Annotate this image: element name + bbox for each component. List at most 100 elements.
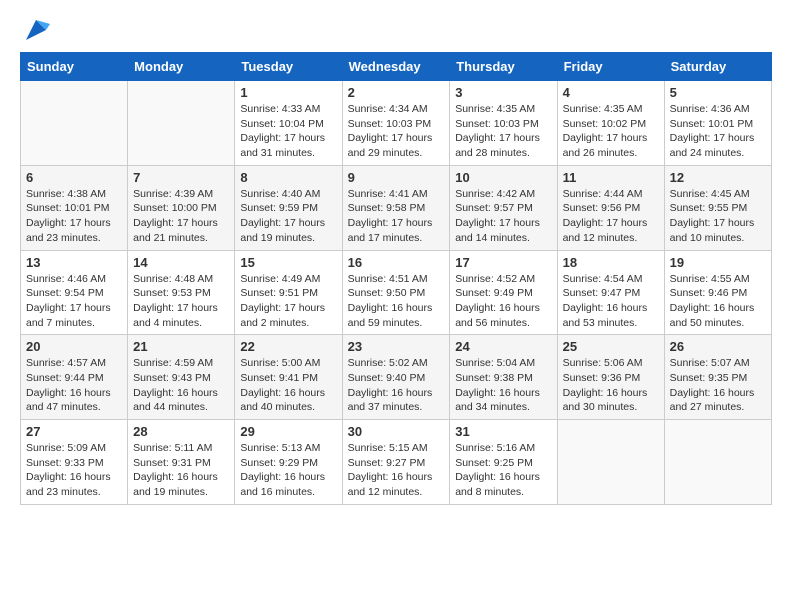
calendar-cell: 17 Sunrise: 4:52 AM Sunset: 9:49 PM Dayli… xyxy=(450,250,557,335)
calendar-week-row: 27Sunrise: 5:09 AM Sunset: 9:33 PM Dayli… xyxy=(21,420,772,505)
day-info: Sunrise: 4:49 AM Sunset: 9:51 PM Dayligh… xyxy=(240,272,336,331)
day-number: 29 xyxy=(240,424,336,439)
calendar-weekday-wednesday: Wednesday xyxy=(342,53,450,81)
day-info: Sunrise: 4:34 AM Sunset: 10:03 PM Daylig… xyxy=(348,102,445,161)
logo-icon xyxy=(22,16,50,44)
day-info: Sunrise: 4:35 AM Sunset: 10:02 PM Daylig… xyxy=(563,102,659,161)
calendar-cell xyxy=(664,420,771,505)
calendar-cell: 15 Sunrise: 4:49 AM Sunset: 9:51 PM Dayli… xyxy=(235,250,342,335)
day-number: 14 xyxy=(133,255,229,270)
day-number: 21 xyxy=(133,339,229,354)
day-number: 11 xyxy=(563,170,659,185)
day-number: 15 xyxy=(240,255,336,270)
calendar-cell: 18 Sunrise: 4:54 AM Sunset: 9:47 PM Dayli… xyxy=(557,250,664,335)
calendar-cell: 8 Sunrise: 4:40 AM Sunset: 9:59 PM Daylig… xyxy=(235,165,342,250)
calendar-cell: 22Sunrise: 5:00 AM Sunset: 9:41 PM Dayli… xyxy=(235,335,342,420)
day-number: 28 xyxy=(133,424,229,439)
day-info: Sunrise: 5:02 AM Sunset: 9:40 PM Dayligh… xyxy=(348,356,445,415)
day-number: 30 xyxy=(348,424,445,439)
calendar-cell: 12 Sunrise: 4:45 AM Sunset: 9:55 PM Dayli… xyxy=(664,165,771,250)
calendar-cell: 10 Sunrise: 4:42 AM Sunset: 9:57 PM Dayli… xyxy=(450,165,557,250)
calendar-cell: 2 Sunrise: 4:34 AM Sunset: 10:03 PM Dayli… xyxy=(342,81,450,166)
calendar-weekday-friday: Friday xyxy=(557,53,664,81)
calendar-cell: 1 Sunrise: 4:33 AM Sunset: 10:04 PM Dayli… xyxy=(235,81,342,166)
day-info: Sunrise: 4:36 AM Sunset: 10:01 PM Daylig… xyxy=(670,102,766,161)
calendar-cell: 24Sunrise: 5:04 AM Sunset: 9:38 PM Dayli… xyxy=(450,335,557,420)
calendar-week-row: 6 Sunrise: 4:38 AM Sunset: 10:01 PM Dayli… xyxy=(21,165,772,250)
calendar-weekday-tuesday: Tuesday xyxy=(235,53,342,81)
day-number: 9 xyxy=(348,170,445,185)
day-info: Sunrise: 5:16 AM Sunset: 9:25 PM Dayligh… xyxy=(455,441,551,500)
day-info: Sunrise: 4:57 AM Sunset: 9:44 PM Dayligh… xyxy=(26,356,122,415)
day-info: Sunrise: 4:59 AM Sunset: 9:43 PM Dayligh… xyxy=(133,356,229,415)
day-info: Sunrise: 5:13 AM Sunset: 9:29 PM Dayligh… xyxy=(240,441,336,500)
header xyxy=(20,16,772,44)
day-number: 12 xyxy=(670,170,766,185)
calendar-cell: 21 Sunrise: 4:59 AM Sunset: 9:43 PM Dayli… xyxy=(128,335,235,420)
calendar-cell: 3 Sunrise: 4:35 AM Sunset: 10:03 PM Dayli… xyxy=(450,81,557,166)
day-number: 8 xyxy=(240,170,336,185)
day-number: 20 xyxy=(26,339,122,354)
day-number: 7 xyxy=(133,170,229,185)
day-number: 31 xyxy=(455,424,551,439)
day-info: Sunrise: 5:11 AM Sunset: 9:31 PM Dayligh… xyxy=(133,441,229,500)
day-info: Sunrise: 4:44 AM Sunset: 9:56 PM Dayligh… xyxy=(563,187,659,246)
day-number: 13 xyxy=(26,255,122,270)
calendar-cell: 5 Sunrise: 4:36 AM Sunset: 10:01 PM Dayli… xyxy=(664,81,771,166)
calendar-cell: 29 Sunrise: 5:13 AM Sunset: 9:29 PM Dayli… xyxy=(235,420,342,505)
day-number: 19 xyxy=(670,255,766,270)
calendar-week-row: 1 Sunrise: 4:33 AM Sunset: 10:04 PM Dayli… xyxy=(21,81,772,166)
calendar-cell: 20 Sunrise: 4:57 AM Sunset: 9:44 PM Dayli… xyxy=(21,335,128,420)
calendar-header-row: SundayMondayTuesdayWednesdayThursdayFrid… xyxy=(21,53,772,81)
day-number: 26 xyxy=(670,339,766,354)
day-number: 24 xyxy=(455,339,551,354)
day-number: 5 xyxy=(670,85,766,100)
day-info: Sunrise: 5:06 AM Sunset: 9:36 PM Dayligh… xyxy=(563,356,659,415)
page: SundayMondayTuesdayWednesdayThursdayFrid… xyxy=(0,0,792,521)
day-info: Sunrise: 4:40 AM Sunset: 9:59 PM Dayligh… xyxy=(240,187,336,246)
calendar-weekday-monday: Monday xyxy=(128,53,235,81)
day-number: 18 xyxy=(563,255,659,270)
day-number: 6 xyxy=(26,170,122,185)
calendar-week-row: 20 Sunrise: 4:57 AM Sunset: 9:44 PM Dayli… xyxy=(21,335,772,420)
calendar-cell: 27Sunrise: 5:09 AM Sunset: 9:33 PM Dayli… xyxy=(21,420,128,505)
calendar-cell: 31 Sunrise: 5:16 AM Sunset: 9:25 PM Dayli… xyxy=(450,420,557,505)
day-info: Sunrise: 4:55 AM Sunset: 9:46 PM Dayligh… xyxy=(670,272,766,331)
day-number: 1 xyxy=(240,85,336,100)
day-info: Sunrise: 4:35 AM Sunset: 10:03 PM Daylig… xyxy=(455,102,551,161)
day-info: Sunrise: 4:46 AM Sunset: 9:54 PM Dayligh… xyxy=(26,272,122,331)
calendar-cell: 30 Sunrise: 5:15 AM Sunset: 9:27 PM Dayli… xyxy=(342,420,450,505)
day-number: 4 xyxy=(563,85,659,100)
calendar-cell: 25 Sunrise: 5:06 AM Sunset: 9:36 PM Dayli… xyxy=(557,335,664,420)
day-info: Sunrise: 4:42 AM Sunset: 9:57 PM Dayligh… xyxy=(455,187,551,246)
calendar-cell: 16Sunrise: 4:51 AM Sunset: 9:50 PM Dayli… xyxy=(342,250,450,335)
calendar-cell: 26 Sunrise: 5:07 AM Sunset: 9:35 PM Dayli… xyxy=(664,335,771,420)
day-info: Sunrise: 4:54 AM Sunset: 9:47 PM Dayligh… xyxy=(563,272,659,331)
day-number: 10 xyxy=(455,170,551,185)
logo xyxy=(20,16,50,44)
day-info: Sunrise: 5:09 AM Sunset: 9:33 PM Dayligh… xyxy=(26,441,122,500)
day-info: Sunrise: 5:00 AM Sunset: 9:41 PM Dayligh… xyxy=(240,356,336,415)
day-info: Sunrise: 4:45 AM Sunset: 9:55 PM Dayligh… xyxy=(670,187,766,246)
day-number: 2 xyxy=(348,85,445,100)
calendar-cell: 19 Sunrise: 4:55 AM Sunset: 9:46 PM Dayli… xyxy=(664,250,771,335)
calendar-cell: 14 Sunrise: 4:48 AM Sunset: 9:53 PM Dayli… xyxy=(128,250,235,335)
calendar-cell xyxy=(21,81,128,166)
calendar-weekday-saturday: Saturday xyxy=(664,53,771,81)
day-info: Sunrise: 4:33 AM Sunset: 10:04 PM Daylig… xyxy=(240,102,336,161)
calendar-cell: 13 Sunrise: 4:46 AM Sunset: 9:54 PM Dayli… xyxy=(21,250,128,335)
day-number: 25 xyxy=(563,339,659,354)
day-info: Sunrise: 4:52 AM Sunset: 9:49 PM Dayligh… xyxy=(455,272,551,331)
day-number: 3 xyxy=(455,85,551,100)
day-number: 17 xyxy=(455,255,551,270)
day-info: Sunrise: 5:07 AM Sunset: 9:35 PM Dayligh… xyxy=(670,356,766,415)
calendar-cell: 28 Sunrise: 5:11 AM Sunset: 9:31 PM Dayli… xyxy=(128,420,235,505)
day-info: Sunrise: 4:38 AM Sunset: 10:01 PM Daylig… xyxy=(26,187,122,246)
calendar-cell: 4 Sunrise: 4:35 AM Sunset: 10:02 PM Dayli… xyxy=(557,81,664,166)
day-info: Sunrise: 4:48 AM Sunset: 9:53 PM Dayligh… xyxy=(133,272,229,331)
calendar-weekday-sunday: Sunday xyxy=(21,53,128,81)
calendar-cell: 23Sunrise: 5:02 AM Sunset: 9:40 PM Dayli… xyxy=(342,335,450,420)
calendar-cell xyxy=(128,81,235,166)
day-info: Sunrise: 5:15 AM Sunset: 9:27 PM Dayligh… xyxy=(348,441,445,500)
day-info: Sunrise: 4:51 AM Sunset: 9:50 PM Dayligh… xyxy=(348,272,445,331)
